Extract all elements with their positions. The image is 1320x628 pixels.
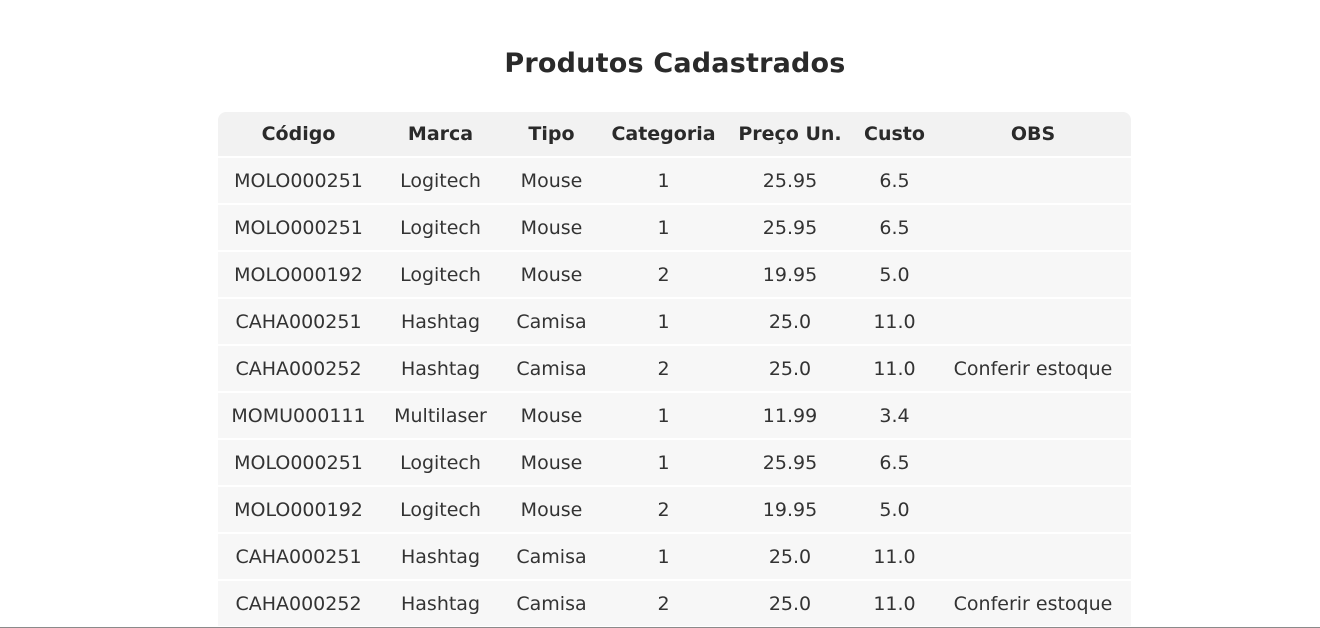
column-header-categoria: Categoria xyxy=(601,112,726,156)
table-row: CAHA000252 Hashtag Camisa 2 25.0 11.0 Conferir… xyxy=(218,346,1131,391)
table-cell-tipo: Camisa xyxy=(502,299,601,344)
table-cell-obs xyxy=(935,487,1131,532)
table-row: MOLO000251 Logitech Mouse 1 25.95 6.5 xyxy=(218,440,1131,485)
table-cell-custo: 6.5 xyxy=(854,205,935,250)
table-cell-preco-un: 11.99 xyxy=(726,393,854,438)
table-cell-marca: Hashtag xyxy=(379,581,502,626)
table-cell-marca: Multilaser xyxy=(379,393,502,438)
table-cell-custo: 5.0 xyxy=(854,487,935,532)
table-row: CAHA000251 Hashtag Camisa 1 25.0 11.0 xyxy=(218,534,1131,579)
table-header: Código Marca Tipo Categoria Preço Un. Cu… xyxy=(218,112,1131,156)
table-cell-categoria: 1 xyxy=(601,158,726,203)
table-cell-obs xyxy=(935,440,1131,485)
table-cell-preco-un: 19.95 xyxy=(726,252,854,297)
table-row: MOMU000111 Multilaser Mouse 1 11.99 3.4 xyxy=(218,393,1131,438)
column-header-tipo: Tipo xyxy=(502,112,601,156)
table-cell-marca: Logitech xyxy=(379,252,502,297)
table-row: MOLO000192 Logitech Mouse 2 19.95 5.0 xyxy=(218,487,1131,532)
table-cell-obs xyxy=(935,393,1131,438)
table-cell-preco-un: 25.95 xyxy=(726,205,854,250)
table-cell-preco-un: 25.95 xyxy=(726,440,854,485)
table-row: MOLO000251 Logitech Mouse 1 25.95 6.5 xyxy=(218,205,1131,250)
table-cell-categoria: 1 xyxy=(601,205,726,250)
table-row: MOLO000192 Logitech Mouse 2 19.95 5.0 xyxy=(218,252,1131,297)
table-cell-custo: 3.4 xyxy=(854,393,935,438)
table-cell-categoria: 2 xyxy=(601,252,726,297)
table-cell-codigo: CAHA000252 xyxy=(218,346,379,391)
table-cell-tipo: Mouse xyxy=(502,158,601,203)
table-cell-categoria: 2 xyxy=(601,487,726,532)
table-cell-obs xyxy=(935,205,1131,250)
table-cell-marca: Logitech xyxy=(379,205,502,250)
table-cell-categoria: 1 xyxy=(601,393,726,438)
table-cell-tipo: Camisa xyxy=(502,581,601,626)
table-cell-custo: 11.0 xyxy=(854,534,935,579)
table-cell-custo: 11.0 xyxy=(854,299,935,344)
table-cell-custo: 11.0 xyxy=(854,581,935,626)
table-cell-tipo: Camisa xyxy=(502,346,601,391)
table-cell-marca: Hashtag xyxy=(379,534,502,579)
page: Produtos Cadastrados Código Marca Tipo C… xyxy=(0,0,1320,628)
column-header-codigo: Código xyxy=(218,112,379,156)
column-header-obs: OBS xyxy=(935,112,1131,156)
products-table: Código Marca Tipo Categoria Preço Un. Cu… xyxy=(218,110,1131,628)
table-cell-tipo: Mouse xyxy=(502,440,601,485)
table-cell-codigo: MOLO000251 xyxy=(218,440,379,485)
table-cell-custo: 6.5 xyxy=(854,158,935,203)
table-header-row: Código Marca Tipo Categoria Preço Un. Cu… xyxy=(218,112,1131,156)
table-cell-codigo: CAHA000252 xyxy=(218,581,379,626)
table-cell-preco-un: 25.0 xyxy=(726,346,854,391)
table-cell-marca: Hashtag xyxy=(379,346,502,391)
table-cell-preco-un: 25.0 xyxy=(726,299,854,344)
table-cell-preco-un: 25.0 xyxy=(726,534,854,579)
table-cell-marca: Logitech xyxy=(379,158,502,203)
table-cell-custo: 6.5 xyxy=(854,440,935,485)
table-cell-custo: 5.0 xyxy=(854,252,935,297)
table-cell-categoria: 2 xyxy=(601,346,726,391)
table-cell-preco-un: 19.95 xyxy=(726,487,854,532)
table-cell-custo: 11.0 xyxy=(854,346,935,391)
table-cell-obs xyxy=(935,534,1131,579)
table-row: CAHA000252 Hashtag Camisa 2 25.0 11.0 Conferir… xyxy=(218,581,1131,626)
table-cell-preco-un: 25.0 xyxy=(726,581,854,626)
table-cell-tipo: Mouse xyxy=(502,252,601,297)
table-body: MOLO000251 Logitech Mouse 1 25.95 6.5 MOLO0002… xyxy=(218,158,1131,626)
table-cell-categoria: 1 xyxy=(601,534,726,579)
table-cell-categoria: 1 xyxy=(601,299,726,344)
table-cell-codigo: MOLO000192 xyxy=(218,252,379,297)
table-row: MOLO000251 Logitech Mouse 1 25.95 6.5 xyxy=(218,158,1131,203)
table-cell-tipo: Mouse xyxy=(502,205,601,250)
products-table-container: Código Marca Tipo Categoria Preço Un. Cu… xyxy=(218,112,1131,628)
table-cell-obs xyxy=(935,299,1131,344)
table-cell-codigo: MOLO000251 xyxy=(218,158,379,203)
column-header-preco-un: Preço Un. xyxy=(726,112,854,156)
table-cell-preco-un: 25.95 xyxy=(726,158,854,203)
table-cell-tipo: Camisa xyxy=(502,534,601,579)
table-cell-obs xyxy=(935,252,1131,297)
table-cell-codigo: MOLO000192 xyxy=(218,487,379,532)
table-cell-categoria: 2 xyxy=(601,581,726,626)
table-cell-codigo: CAHA000251 xyxy=(218,534,379,579)
table-cell-obs: Conferir estoque xyxy=(935,346,1131,391)
column-header-custo: Custo xyxy=(854,112,935,156)
table-cell-tipo: Mouse xyxy=(502,393,601,438)
column-header-marca: Marca xyxy=(379,112,502,156)
table-cell-marca: Logitech xyxy=(379,440,502,485)
table-row: CAHA000251 Hashtag Camisa 1 25.0 11.0 xyxy=(218,299,1131,344)
table-cell-obs xyxy=(935,158,1131,203)
table-cell-obs: Conferir estoque xyxy=(935,581,1131,626)
table-cell-marca: Hashtag xyxy=(379,299,502,344)
page-title: Produtos Cadastrados xyxy=(504,48,846,79)
table-cell-marca: Logitech xyxy=(379,487,502,532)
table-cell-tipo: Mouse xyxy=(502,487,601,532)
table-cell-codigo: CAHA000251 xyxy=(218,299,379,344)
table-cell-codigo: MOLO000251 xyxy=(218,205,379,250)
table-cell-codigo: MOMU000111 xyxy=(218,393,379,438)
table-cell-categoria: 1 xyxy=(601,440,726,485)
